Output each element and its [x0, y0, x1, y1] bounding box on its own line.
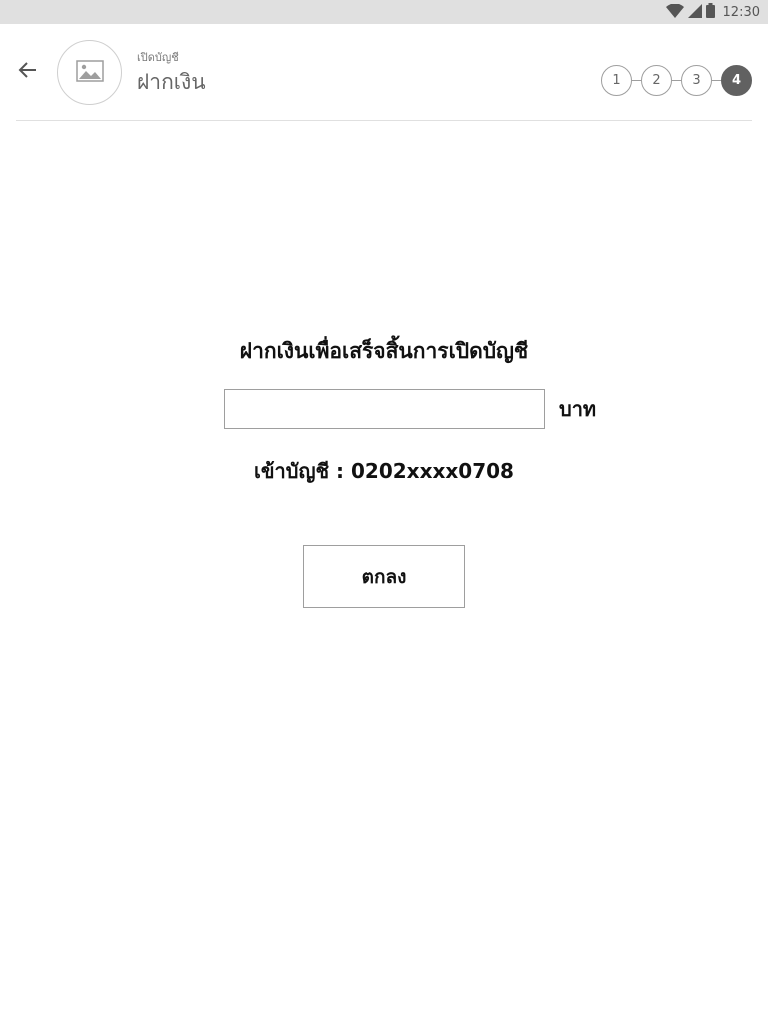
- step-3[interactable]: 3: [681, 65, 712, 96]
- header-subtitle: เปิดบัญชี: [137, 51, 179, 64]
- status-bar: 12:30: [0, 0, 768, 24]
- avatar: [57, 40, 122, 105]
- step-connector: [712, 80, 721, 81]
- arrow-left-icon: [18, 60, 38, 84]
- currency-label: บาท: [559, 397, 597, 421]
- image-placeholder-icon: [75, 59, 104, 86]
- step-1[interactable]: 1: [601, 65, 632, 96]
- back-button[interactable]: [14, 58, 42, 86]
- status-icons: 12:30: [665, 0, 760, 24]
- cellular-signal-icon: [687, 3, 702, 22]
- wifi-icon: [665, 2, 684, 22]
- amount-row: บาท: [224, 389, 596, 429]
- battery-icon: [705, 2, 715, 22]
- header: เปิดบัญชี ฝากเงิน 1 2 3 4: [0, 24, 768, 121]
- account-number-text: เข้าบัญชี : 0202xxxx0708: [254, 459, 514, 483]
- step-indicator: 1 2 3 4: [601, 64, 752, 97]
- step-2[interactable]: 2: [641, 65, 672, 96]
- header-divider: [16, 120, 752, 121]
- confirm-button[interactable]: ตกลง: [303, 545, 465, 608]
- step-connector: [632, 80, 641, 81]
- status-time: 12:30: [722, 4, 760, 20]
- page-title: ฝากเงิน: [137, 70, 206, 94]
- step-4-active[interactable]: 4: [721, 65, 752, 96]
- amount-input[interactable]: [224, 389, 545, 429]
- deposit-heading: ฝากเงินเพื่อเสร็จสิ้นการเปิดบัญชี: [239, 339, 529, 363]
- step-connector: [672, 80, 681, 81]
